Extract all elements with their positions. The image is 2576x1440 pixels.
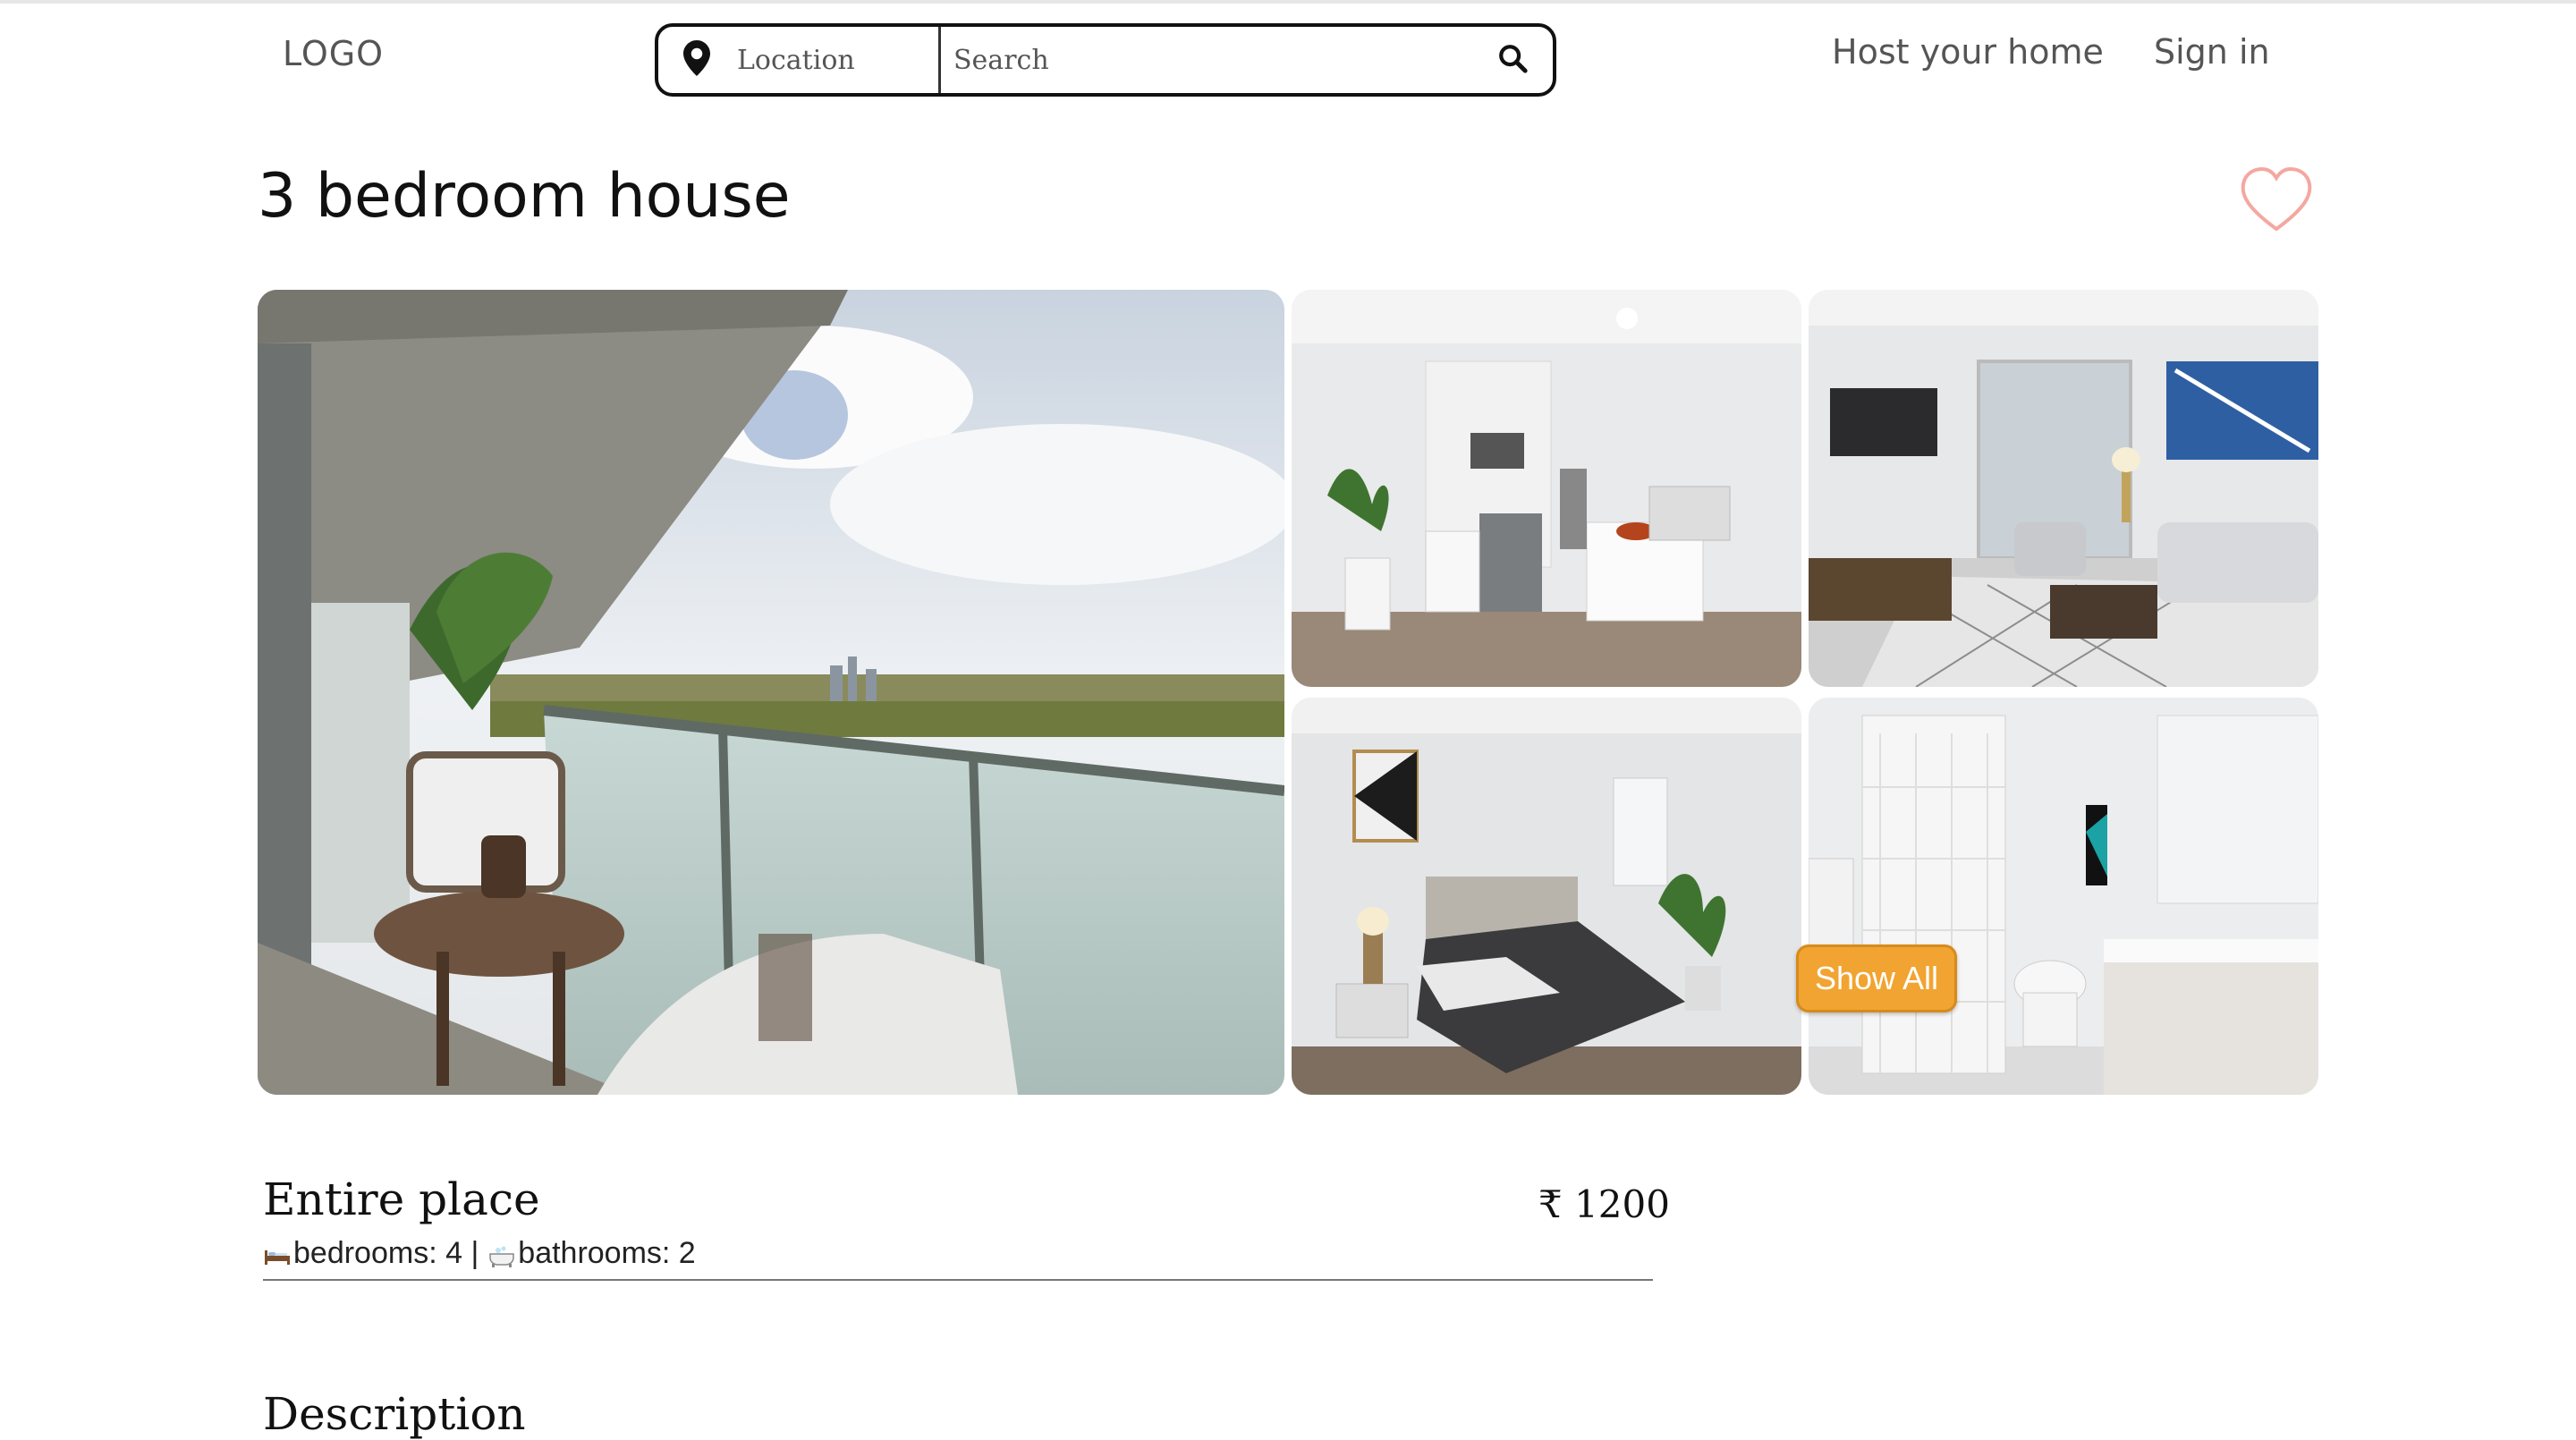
sign-in-link[interactable]: Sign in	[2154, 32, 2270, 72]
photo-living-room[interactable]	[1809, 290, 2318, 687]
location-field[interactable]	[658, 27, 941, 93]
price: ₹ 1200	[1538, 1182, 1670, 1226]
photo-kitchen[interactable]	[1292, 290, 1801, 687]
search-input[interactable]	[953, 44, 1497, 76]
show-all-photos-button[interactable]: Show All	[1796, 944, 1957, 1012]
description-heading: Description	[263, 1388, 526, 1440]
bathtub-icon	[487, 1240, 516, 1268]
host-your-home-link[interactable]: Host your home	[1832, 32, 2104, 72]
bed-icon	[263, 1240, 292, 1268]
divider	[263, 1279, 1653, 1281]
property-type: Entire place	[263, 1173, 540, 1225]
photo-bathroom[interactable]	[1809, 698, 2318, 1095]
listing-title: 3 bedroom house	[258, 161, 791, 232]
logo[interactable]: LOGO	[283, 34, 384, 73]
map-pin-icon	[683, 39, 710, 80]
search-field[interactable]	[941, 27, 1553, 93]
photo-bedroom[interactable]	[1292, 698, 1801, 1095]
photo-gallery	[258, 290, 2318, 1095]
location-input[interactable]	[737, 44, 934, 76]
room-facts: bedrooms: 4 | bathrooms: 2	[263, 1236, 696, 1271]
search-bar	[655, 23, 1556, 97]
favorite-heart-icon[interactable]	[2240, 166, 2313, 233]
bathrooms-count: bathrooms: 2	[518, 1236, 696, 1270]
top-border	[0, 0, 2576, 4]
bedrooms-count: bedrooms: 4 |	[293, 1236, 479, 1270]
search-icon[interactable]	[1497, 43, 1528, 78]
photo-balcony-view[interactable]	[258, 290, 1284, 1095]
